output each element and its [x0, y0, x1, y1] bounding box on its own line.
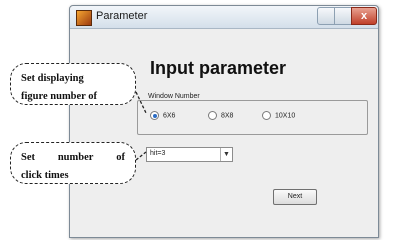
callout-display-figure-number: Set displaying figure number of	[10, 63, 136, 105]
callout2-word-number: number	[57, 152, 94, 163]
callout2-word-set: Set	[21, 152, 35, 163]
callout-leader-lines	[135, 91, 147, 161]
callout2-word-of: of	[116, 152, 125, 163]
callout1-line2: figure number of	[21, 91, 98, 102]
callout2-line1: Set number of	[21, 149, 125, 167]
callout-click-times: Set number of click times	[10, 142, 136, 184]
callout1-line1: Set displaying	[21, 73, 84, 84]
callout2-line2: click times	[21, 170, 69, 181]
